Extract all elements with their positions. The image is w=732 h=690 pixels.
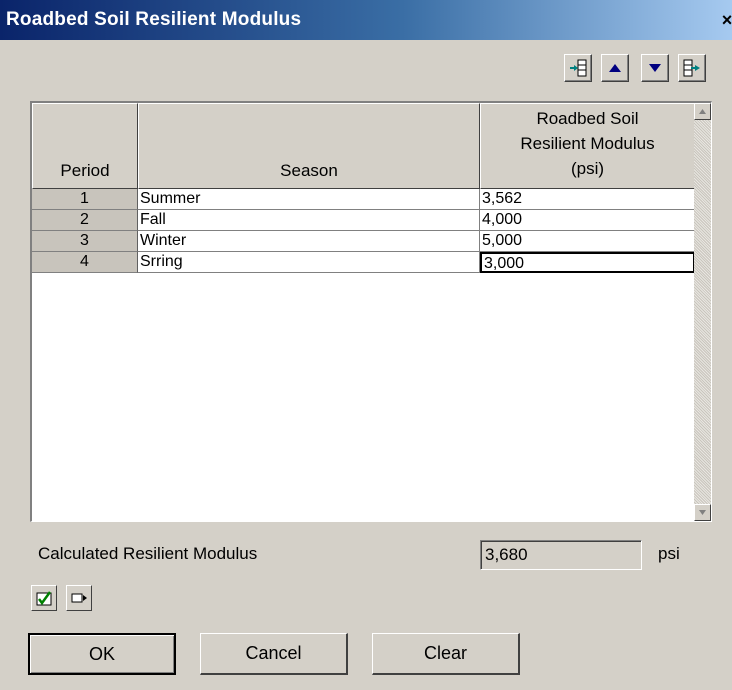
clear-button[interactable]: Clear — [372, 633, 520, 675]
accept-button[interactable] — [31, 585, 57, 611]
title-bar: Roadbed Soil Resilient Modulus × — [0, 0, 732, 40]
cell-modulus-selected[interactable]: 3,000 — [480, 252, 695, 273]
cell-season[interactable]: Winter — [138, 231, 480, 252]
insert-row-icon — [570, 59, 587, 77]
scroll-up-icon — [699, 109, 706, 114]
calculated-modulus-label: Calculated Resilient Modulus — [38, 544, 258, 563]
header-modulus-line1: Roadbed Soil — [536, 109, 639, 128]
details-button[interactable] — [66, 585, 92, 611]
scroll-up-button[interactable] — [694, 103, 711, 120]
cell-period[interactable]: 3 — [32, 231, 138, 252]
header-season: Season — [138, 103, 480, 189]
scroll-down-button[interactable] — [694, 504, 711, 521]
cancel-button[interactable]: Cancel — [200, 633, 348, 675]
cell-period[interactable]: 2 — [32, 210, 138, 231]
move-up-icon — [609, 64, 621, 72]
header-season-label: Season — [280, 161, 338, 180]
cell-period[interactable]: 4 — [32, 252, 138, 273]
insert-row-button[interactable] — [564, 54, 592, 82]
close-button[interactable]: × — [718, 10, 732, 30]
calculated-modulus-field: 3,680 — [480, 540, 642, 570]
header-period-label: Period — [60, 161, 110, 180]
ok-button[interactable]: OK — [28, 633, 176, 675]
vertical-scrollbar[interactable] — [694, 103, 711, 521]
cell-modulus[interactable]: 4,000 — [480, 210, 695, 231]
modulus-table: Period Season Roadbed Soil Resilient Mod… — [30, 101, 712, 522]
append-row-icon — [683, 59, 700, 77]
move-up-button[interactable] — [601, 54, 629, 82]
header-modulus-line2: Resilient Modulus — [520, 134, 655, 153]
move-down-icon — [649, 64, 661, 72]
checkmark-icon — [36, 591, 52, 606]
header-modulus: Roadbed Soil Resilient Modulus (psi) — [480, 103, 695, 189]
append-row-button[interactable] — [678, 54, 706, 82]
cell-season[interactable]: Srring — [138, 252, 480, 273]
window-title: Roadbed Soil Resilient Modulus — [6, 9, 302, 30]
cell-modulus[interactable]: 3,562 — [480, 189, 695, 210]
header-modulus-line3: (psi) — [570, 159, 605, 178]
cell-period[interactable]: 1 — [32, 189, 138, 210]
cell-season[interactable]: Fall — [138, 210, 480, 231]
scroll-down-icon — [699, 510, 706, 515]
header-period: Period — [32, 103, 138, 189]
calculated-modulus-unit: psi — [658, 544, 680, 563]
cell-season[interactable]: Summer — [138, 189, 480, 210]
move-down-button[interactable] — [641, 54, 669, 82]
cell-modulus[interactable]: 5,000 — [480, 231, 695, 252]
window-arrow-icon — [71, 593, 87, 603]
